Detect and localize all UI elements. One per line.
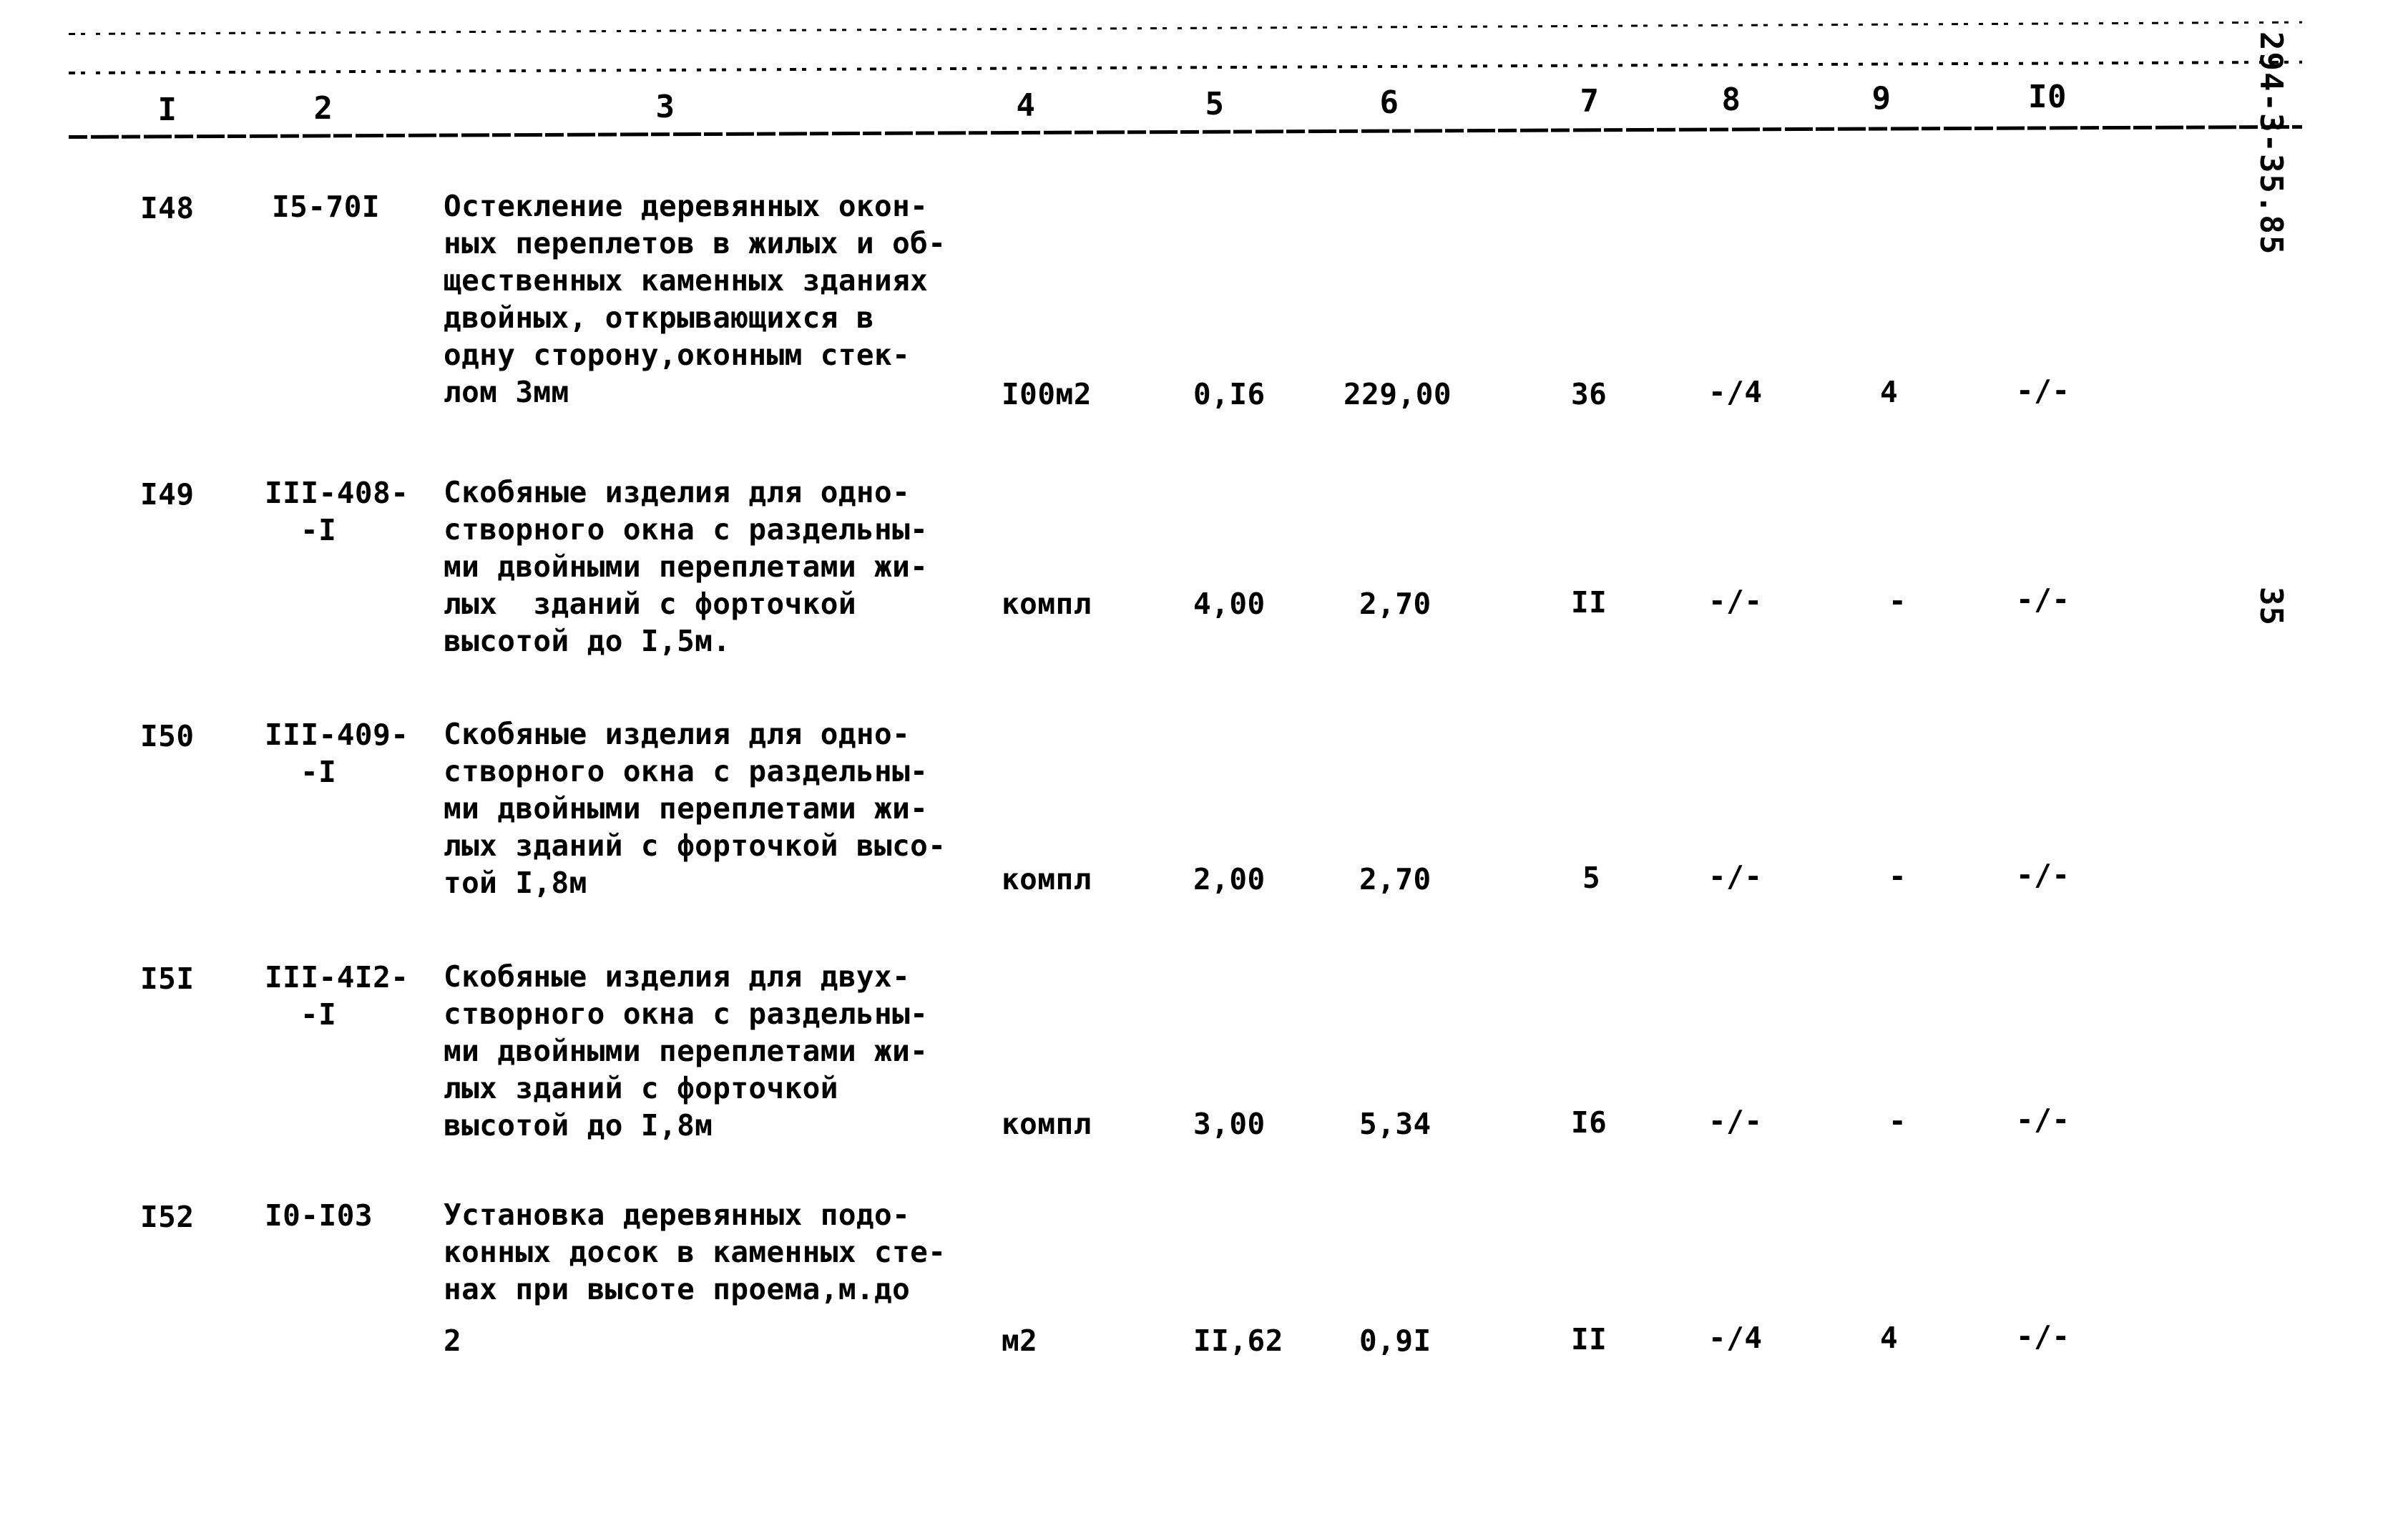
row-value-10: -/- xyxy=(2016,1319,2070,1354)
row-value-7: 5 xyxy=(1582,861,1601,895)
row-value-6: 0,9I xyxy=(1359,1324,1431,1358)
row-value-9: - xyxy=(1889,859,1907,894)
row-value-10: -/- xyxy=(2016,582,2070,617)
row-description-line: нах при высоте проема,м.до xyxy=(444,1272,911,1306)
column-header-1: I xyxy=(157,92,177,128)
header-top-rule xyxy=(68,21,2302,35)
column-header-9: 9 xyxy=(1871,80,1891,117)
row-value-9: - xyxy=(1889,584,1907,618)
row-value-5: 0,I6 xyxy=(1193,377,1266,411)
row-value-9: 4 xyxy=(1880,1321,1899,1355)
row-value-9: - xyxy=(1889,1104,1907,1138)
row-description-line: лых зданий с форточкой высо- xyxy=(444,828,946,863)
row-description-line: той I,8м xyxy=(444,866,587,900)
row-description-line: щественных каменных зданиях xyxy=(444,263,929,298)
column-header-10: I0 xyxy=(2028,79,2067,115)
row-description-line: Скобяные изделия для одно- xyxy=(444,717,911,751)
row-number: I50 xyxy=(140,719,195,753)
row-unit: компл xyxy=(1002,862,1092,896)
row-number: I49 xyxy=(140,477,195,512)
row-description-line: ми двойными переплетами жи- xyxy=(444,549,929,584)
row-number: I52 xyxy=(140,1200,195,1234)
column-header-7: 7 xyxy=(1580,83,1600,119)
column-header-2: 2 xyxy=(313,90,333,127)
row-value-8: -/- xyxy=(1708,859,1763,894)
column-header-3: 3 xyxy=(655,89,675,125)
scanned-document-page: I 2 3 4 5 6 7 8 9 I0 I48 I5-70I Остеклен… xyxy=(0,0,2408,1521)
row-value-8: -/4 xyxy=(1708,1321,1763,1355)
row-description-line: створного окна с раздельны- xyxy=(444,512,929,547)
row-value-8: -/- xyxy=(1708,1104,1763,1138)
column-header-4: 4 xyxy=(1016,87,1036,124)
document-code-stamp: 294-3-35.85 xyxy=(2253,31,2289,256)
row-description-line: Установка деревянных подо- xyxy=(444,1198,911,1232)
row-description-line: створного окна с раздельны- xyxy=(444,997,929,1031)
row-unit: м2 xyxy=(1002,1324,1038,1358)
row-value-5: 3,00 xyxy=(1193,1107,1266,1141)
row-code: I5-70I xyxy=(272,190,381,224)
row-number: I5I xyxy=(140,962,195,996)
column-header-8: 8 xyxy=(1721,82,1741,118)
row-value-6: 229,00 xyxy=(1344,377,1452,411)
header-underline-rule xyxy=(68,124,2302,139)
row-value-5: 4,00 xyxy=(1193,587,1266,621)
column-header-5: 5 xyxy=(1205,86,1225,122)
row-description-line: створного окна с раздельны- xyxy=(444,754,929,788)
row-description-line: Остекление деревянных окон- xyxy=(444,189,929,223)
row-code: III-4I2- xyxy=(265,960,409,994)
row-code: III-408- xyxy=(265,476,409,510)
row-unit: компл xyxy=(1002,587,1092,621)
row-description-line: лых зданий с форточкой xyxy=(444,587,856,621)
row-description-line: высотой до I,5м. xyxy=(444,624,731,658)
row-code-line2: -I xyxy=(300,755,337,789)
row-value-7: 36 xyxy=(1571,377,1607,411)
row-value-6: 2,70 xyxy=(1359,862,1431,896)
row-value-10: -/- xyxy=(2016,373,2070,408)
row-description-line: одну сторону,оконным стек- xyxy=(444,338,911,372)
row-value-10: -/- xyxy=(2016,858,2070,892)
page-number-stamp: 35 xyxy=(2253,587,2289,626)
row-value-5: II,62 xyxy=(1193,1324,1283,1358)
header-bottom-rule xyxy=(68,60,2302,74)
row-description-line: конных досок в каменных сте- xyxy=(444,1235,946,1269)
column-header-6: 6 xyxy=(1379,84,1399,121)
row-description-line: высотой до I,8м xyxy=(444,1108,713,1143)
row-unit: I00м2 xyxy=(1002,377,1092,411)
row-code-line2: -I xyxy=(300,513,337,547)
row-description-line: лом 3мм xyxy=(444,375,569,409)
row-value-10: -/- xyxy=(2016,1102,2070,1137)
row-code-line2: -I xyxy=(300,997,337,1032)
row-description-line: ми двойными переплетами жи- xyxy=(444,1034,929,1068)
row-description-line: 2 xyxy=(444,1324,462,1358)
row-code: III-409- xyxy=(265,718,409,752)
row-number: I48 xyxy=(140,191,195,225)
row-description-line: лых зданий с форточкой xyxy=(444,1071,838,1105)
row-value-8: -/4 xyxy=(1708,375,1763,409)
row-code: I0-I03 xyxy=(265,1198,373,1233)
row-description-line: Скобяные изделия для одно- xyxy=(444,475,911,509)
row-value-6: 2,70 xyxy=(1359,587,1431,621)
row-value-8: -/- xyxy=(1708,584,1763,618)
row-description-line: ных переплетов в жилых и об- xyxy=(444,226,946,260)
row-value-7: II xyxy=(1571,1322,1607,1356)
row-value-7: I6 xyxy=(1571,1105,1607,1140)
row-value-6: 5,34 xyxy=(1359,1107,1431,1141)
row-value-5: 2,00 xyxy=(1193,862,1266,896)
row-value-9: 4 xyxy=(1880,375,1899,409)
row-value-7: II xyxy=(1571,585,1607,620)
row-unit: компл xyxy=(1002,1107,1092,1141)
row-description-line: Скобяные изделия для двух- xyxy=(444,959,911,994)
row-description-line: ми двойными переплетами жи- xyxy=(444,791,929,826)
row-description-line: двойных, открывающихся в xyxy=(444,300,875,335)
